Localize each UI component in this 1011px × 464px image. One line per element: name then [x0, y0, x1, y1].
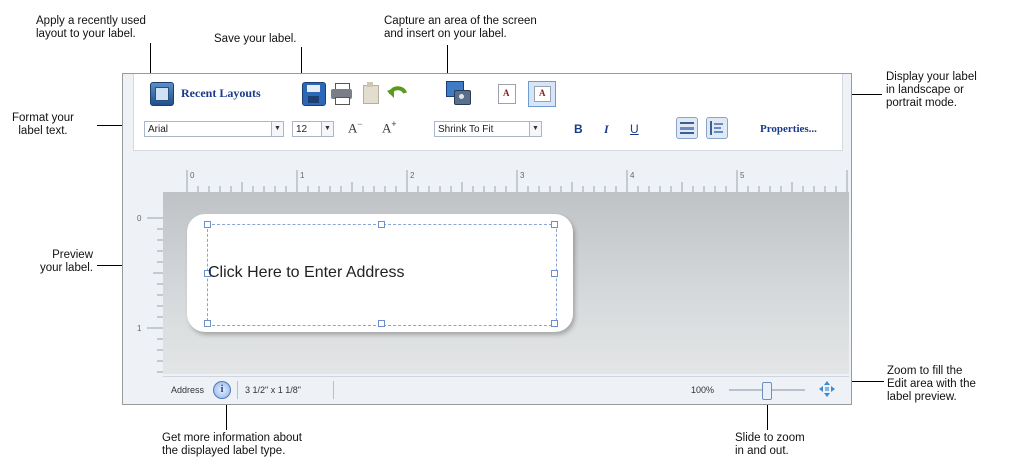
resize-handle[interactable] — [378, 320, 385, 327]
callout-apply-layout: Apply a recently used layout to your lab… — [36, 15, 146, 40]
align-center-icon[interactable] — [676, 117, 698, 139]
status-bar: Address i 3 1/2" x 1 1/8" 100% — [163, 376, 849, 403]
callout-orientation: Display your label in landscape or portr… — [886, 71, 977, 109]
ruler-label: 2 — [410, 171, 415, 180]
ruler-label: 4 — [630, 171, 635, 180]
label-preview: Click Here to Enter Address — [187, 214, 573, 332]
edit-area: Click Here to Enter Address — [163, 192, 849, 374]
label-editor-window: Recent Layouts A A Arial ▼ 12 ▼ A− A+ Sh… — [122, 73, 852, 405]
underline-button[interactable]: U — [630, 122, 639, 136]
callout-preview: Preview your label. — [39, 249, 93, 274]
callout-zoom-fill: Zoom to fill the Edit area with the labe… — [887, 365, 976, 403]
info-icon[interactable]: i — [213, 381, 231, 399]
resize-handle[interactable] — [551, 320, 558, 327]
undo-icon[interactable] — [386, 82, 408, 104]
resize-handle[interactable] — [551, 221, 558, 228]
ruler-label: 1 — [300, 171, 305, 180]
callout-slide-zoom: Slide to zoom in and out. — [735, 432, 805, 457]
ruler-label: 5 — [740, 171, 745, 180]
recent-layouts-icon[interactable] — [150, 82, 174, 106]
fit-mode-value: Shrink To Fit — [438, 124, 494, 135]
zoom-level-text: 100% — [691, 385, 715, 395]
portrait-orientation-icon[interactable]: A — [498, 84, 516, 104]
zoom-slider[interactable] — [729, 382, 805, 400]
capture-screen-icon[interactable] — [446, 81, 471, 105]
paste-icon — [360, 82, 382, 104]
fit-mode-select[interactable]: Shrink To Fit ▼ — [434, 121, 542, 137]
callout-format-text: Format your label text. — [12, 112, 74, 137]
label-type-text: Address — [171, 385, 205, 395]
increase-font-icon[interactable]: A+ — [382, 119, 397, 136]
vertical-ruler: 01 — [133, 192, 163, 374]
landscape-orientation-icon[interactable]: A — [528, 81, 556, 107]
resize-handle[interactable] — [551, 270, 558, 277]
resize-handle[interactable] — [204, 320, 211, 327]
bold-button[interactable]: B — [574, 122, 583, 136]
save-icon[interactable] — [302, 82, 326, 106]
properties-link[interactable]: Properties... — [760, 123, 817, 135]
ruler-label: 0 — [190, 171, 195, 180]
font-family-select[interactable]: Arial ▼ — [144, 121, 284, 137]
font-size-value: 12 — [296, 124, 308, 135]
ruler-label: 1 — [137, 324, 142, 333]
address-placeholder[interactable]: Click Here to Enter Address — [208, 264, 405, 282]
status-divider — [333, 381, 334, 399]
toolbar: Recent Layouts A A Arial ▼ 12 ▼ A− A+ Sh… — [133, 74, 843, 151]
horizontal-ruler: 0 1 2 3 4 5 — [163, 164, 849, 192]
status-divider — [237, 381, 238, 399]
font-family-value: Arial — [148, 124, 169, 135]
resize-handle[interactable] — [204, 221, 211, 228]
zoom-slider-thumb[interactable] — [762, 382, 772, 400]
callout-capture: Capture an area of the screen and insert… — [384, 15, 537, 40]
chevron-down-icon[interactable]: ▼ — [321, 122, 333, 136]
label-size-text: 3 1/2" x 1 1/8" — [245, 385, 301, 395]
callout-more-info: Get more information about the displayed… — [162, 432, 302, 457]
address-text-box[interactable]: Click Here to Enter Address — [204, 221, 558, 327]
callout-save: Save your label. — [214, 33, 297, 45]
align-left-icon[interactable] — [706, 117, 728, 139]
chevron-down-icon[interactable]: ▼ — [271, 122, 283, 136]
font-size-select[interactable]: 12 ▼ — [292, 121, 334, 137]
ruler-label: 0 — [137, 214, 142, 223]
recent-layouts-button[interactable]: Recent Layouts — [181, 86, 261, 101]
print-icon[interactable] — [330, 82, 354, 105]
decrease-font-icon[interactable]: A− — [348, 119, 362, 136]
italic-button[interactable]: I — [604, 122, 609, 137]
resize-handle[interactable] — [378, 221, 385, 228]
chevron-down-icon[interactable]: ▼ — [529, 122, 541, 136]
ruler-label: 3 — [520, 171, 525, 180]
zoom-to-fit-icon[interactable] — [819, 381, 835, 397]
